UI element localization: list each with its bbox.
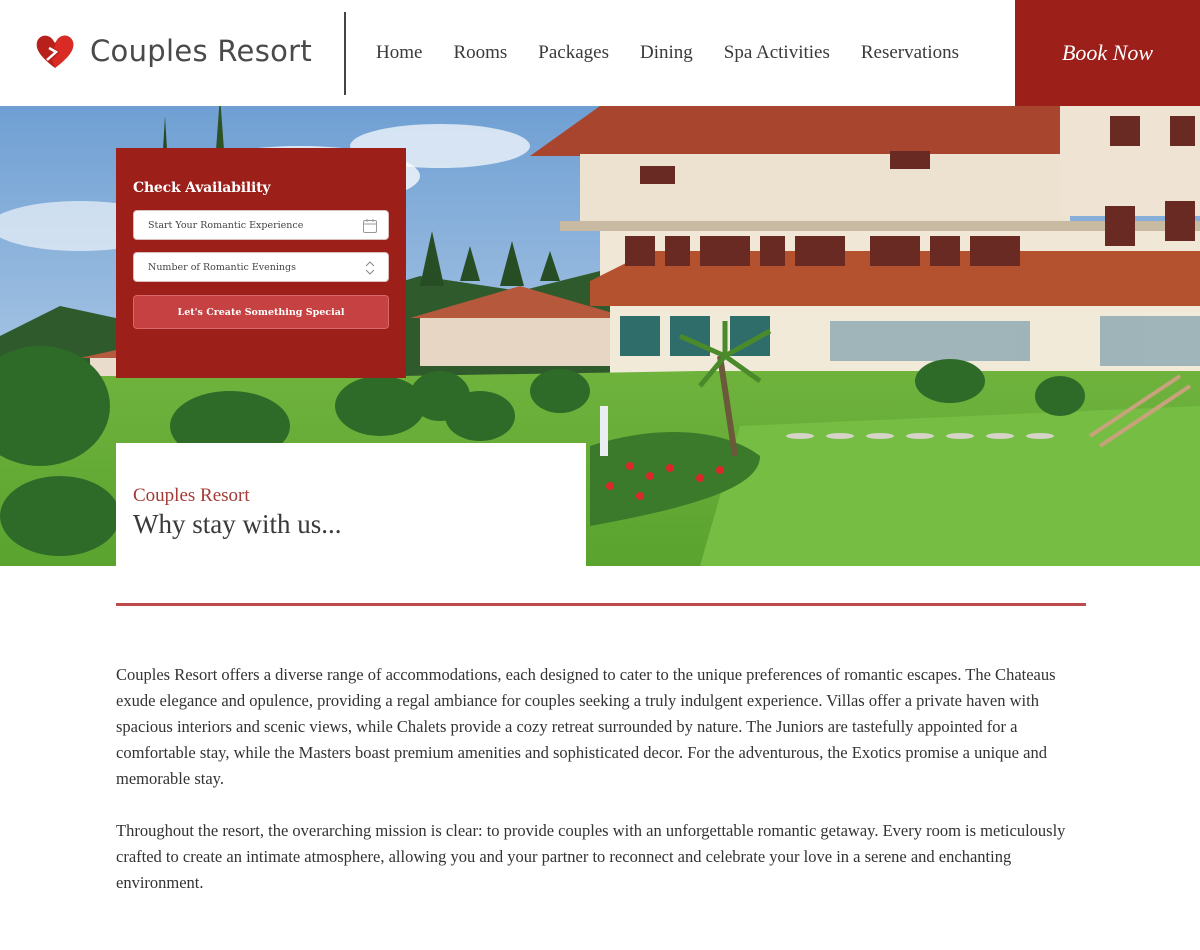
section-divider xyxy=(116,603,1086,606)
stepper-icon[interactable] xyxy=(362,260,378,276)
brand-name: Couples Resort xyxy=(90,34,313,68)
book-now-button[interactable]: Book Now xyxy=(1015,0,1200,106)
nights-field-placeholder: Number of Romantic Evenings xyxy=(148,261,296,273)
date-field-placeholder: Start Your Romantic Experience xyxy=(148,219,304,231)
body-paragraph: Throughout the resort, the overarching m… xyxy=(116,821,1066,892)
body-copy: Couples Resort offers a diverse range of… xyxy=(116,662,1088,922)
nav-home[interactable]: Home xyxy=(376,42,422,64)
site-header: Couples Resort Home Rooms Packages Dinin… xyxy=(0,0,1200,106)
nav-dining[interactable]: Dining xyxy=(640,42,693,64)
nights-field[interactable]: Number of Romantic Evenings xyxy=(133,252,389,282)
nav-rooms[interactable]: Rooms xyxy=(453,42,507,64)
logo[interactable]: Couples Resort xyxy=(34,30,312,72)
create-something-special-button[interactable]: Let's Create Something Special xyxy=(133,295,389,329)
calendar-icon[interactable] xyxy=(362,218,378,234)
main-nav: Home Rooms Packages Dining Spa Activitie… xyxy=(376,0,990,106)
nav-spa-activities[interactable]: Spa Activities xyxy=(724,42,830,64)
intro-kicker: Couples Resort xyxy=(133,485,250,506)
nav-reservations[interactable]: Reservations xyxy=(861,42,959,64)
nav-packages[interactable]: Packages xyxy=(538,42,609,64)
heart-icon xyxy=(36,35,74,68)
check-availability-panel: Check Availability Start Your Romantic E… xyxy=(116,148,406,378)
body-paragraph: Couples Resort offers a diverse range of… xyxy=(116,665,1056,788)
intro-title: Why stay with us... xyxy=(133,509,342,539)
intro-card: Couples Resort Why stay with us... xyxy=(116,443,586,566)
header-divider xyxy=(344,12,346,95)
date-field[interactable]: Start Your Romantic Experience xyxy=(133,210,389,240)
check-availability-title: Check Availability xyxy=(133,180,271,196)
